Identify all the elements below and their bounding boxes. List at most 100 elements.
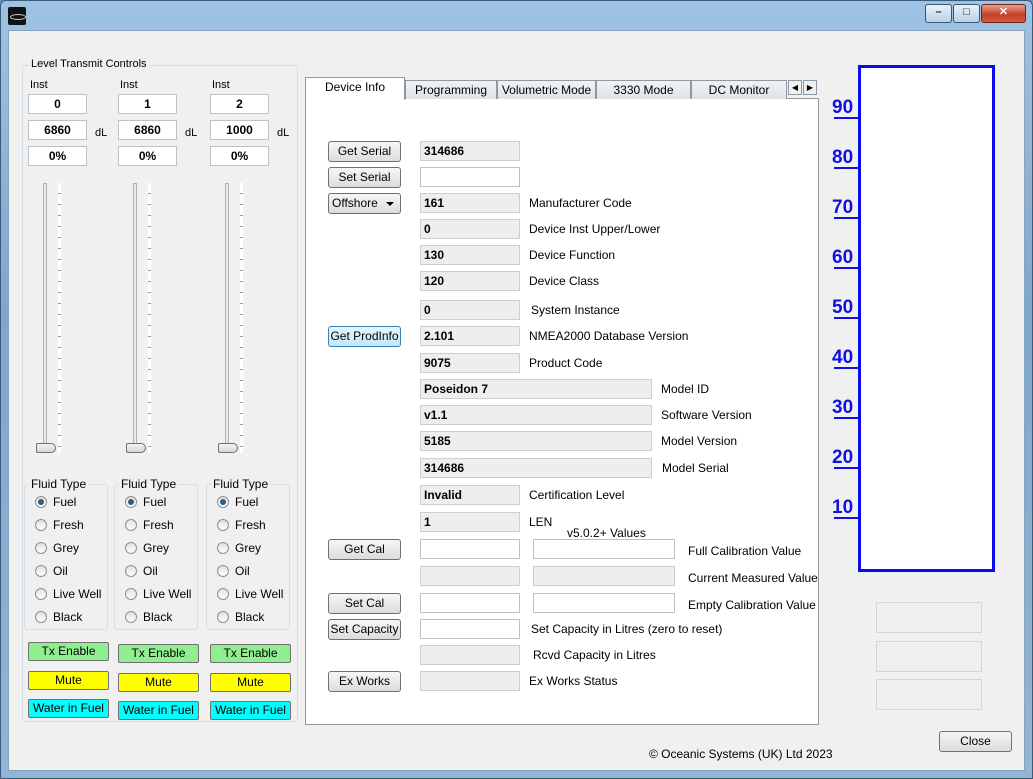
full-cal-input[interactable] xyxy=(420,539,520,559)
maximize-button[interactable]: □ xyxy=(953,4,980,23)
set-cal-button[interactable]: Set Cal xyxy=(328,593,401,614)
title-bar[interactable]: – □ ✕ xyxy=(1,1,1033,31)
close-button[interactable]: Close xyxy=(939,731,1012,752)
fluid-radio-fresh[interactable]: Fresh xyxy=(217,517,287,533)
fluid-radio-fuel[interactable]: Fuel xyxy=(217,494,287,510)
level-slider-track-2[interactable] xyxy=(225,183,229,453)
set-capacity-input[interactable] xyxy=(420,619,520,639)
status-panel-1 xyxy=(876,602,982,633)
tx-enable-button-0[interactable]: Tx Enable xyxy=(28,642,109,661)
level-slider-thumb-2[interactable] xyxy=(218,443,238,453)
tx-enable-button-1[interactable]: Tx Enable xyxy=(118,644,199,663)
inst-input-1[interactable]: 1 xyxy=(118,94,177,114)
tab-device-info[interactable]: Device Info xyxy=(305,77,405,100)
radio-button-icon[interactable] xyxy=(125,519,137,531)
radio-label: Black xyxy=(235,610,265,624)
level-slider-thumb-0[interactable] xyxy=(36,443,56,453)
fluid-radio-black[interactable]: Black xyxy=(217,609,287,625)
field-value: 0 xyxy=(420,219,520,239)
level-value-input-0[interactable]: 6860 xyxy=(28,120,87,140)
inst-input-2[interactable]: 2 xyxy=(210,94,269,114)
fluid-radio-fuel[interactable]: Fuel xyxy=(35,494,105,510)
radio-button-icon[interactable] xyxy=(217,588,229,600)
tab-volumetric-mode[interactable]: Volumetric Mode xyxy=(497,80,596,99)
radio-button-icon[interactable] xyxy=(35,496,47,508)
empty-cal-v5-input[interactable] xyxy=(533,593,675,613)
fluid-radio-live-well[interactable]: Live Well xyxy=(217,586,287,602)
cert-level-label: Certification Level xyxy=(529,488,625,502)
rcvd-capacity-value xyxy=(420,645,520,665)
level-value-input-2[interactable]: 1000 xyxy=(210,120,269,140)
tab-dc-monitor[interactable]: DC Monitor xyxy=(691,80,787,99)
radio-button-icon[interactable] xyxy=(217,542,229,554)
fluid-radio-oil[interactable]: Oil xyxy=(125,563,195,579)
ex-works-status-value xyxy=(420,671,520,691)
gauge-scale-label: 70 xyxy=(832,197,854,218)
minimize-button[interactable]: – xyxy=(925,4,952,23)
fluid-radio-fuel[interactable]: Fuel xyxy=(125,494,195,510)
fluid-radio-grey[interactable]: Grey xyxy=(217,540,287,556)
level-slider-thumb-1[interactable] xyxy=(126,443,146,453)
radio-button-icon[interactable] xyxy=(35,542,47,554)
level-slider-track-1[interactable] xyxy=(133,183,137,453)
radio-label: Fresh xyxy=(53,518,84,532)
radio-button-icon[interactable] xyxy=(125,588,137,600)
radio-label: Live Well xyxy=(53,587,102,601)
fluid-radio-live-well[interactable]: Live Well xyxy=(35,586,105,602)
radio-button-icon[interactable] xyxy=(35,519,47,531)
radio-button-icon[interactable] xyxy=(217,496,229,508)
radio-button-icon[interactable] xyxy=(125,565,137,577)
radio-button-icon[interactable] xyxy=(125,542,137,554)
mute-button-2[interactable]: Mute xyxy=(210,673,291,692)
mute-button-1[interactable]: Mute xyxy=(118,673,199,692)
set-serial-input[interactable] xyxy=(420,167,520,187)
close-window-button[interactable]: ✕ xyxy=(981,4,1026,23)
radio-label: Fuel xyxy=(235,495,259,509)
fluid-radio-grey[interactable]: Grey xyxy=(125,540,195,556)
tab-scroll-right-button[interactable]: ▶ xyxy=(803,80,817,95)
radio-button-icon[interactable] xyxy=(217,611,229,623)
mute-button-0[interactable]: Mute xyxy=(28,671,109,690)
fluid-radio-grey[interactable]: Grey xyxy=(35,540,105,556)
wide-field-label: Model Version xyxy=(661,434,738,448)
fluid-radio-fresh[interactable]: Fresh xyxy=(35,517,105,533)
fluid-radio-fresh[interactable]: Fresh xyxy=(125,517,195,533)
radio-button-icon[interactable] xyxy=(35,565,47,577)
radio-button-icon[interactable] xyxy=(35,588,47,600)
set-serial-button[interactable]: Set Serial xyxy=(328,167,401,188)
fluid-radio-oil[interactable]: Oil xyxy=(217,563,287,579)
radio-button-icon[interactable] xyxy=(217,519,229,531)
get-prodinfo-button[interactable]: Get ProdInfo xyxy=(328,326,401,347)
fluid-type-title: Fluid Type xyxy=(29,477,89,491)
get-serial-button[interactable]: Get Serial xyxy=(328,141,401,162)
ex-works-button[interactable]: Ex Works xyxy=(328,671,401,692)
fluid-radio-oil[interactable]: Oil xyxy=(35,563,105,579)
get-cal-button[interactable]: Get Cal xyxy=(328,539,401,560)
tx-enable-button-2[interactable]: Tx Enable xyxy=(210,644,291,663)
fluid-radio-live-well[interactable]: Live Well xyxy=(125,586,195,602)
fluid-radio-black[interactable]: Black xyxy=(35,609,105,625)
radio-button-icon[interactable] xyxy=(125,496,137,508)
level-value-input-1[interactable]: 6860 xyxy=(118,120,177,140)
radio-button-icon[interactable] xyxy=(217,565,229,577)
water-in-fuel-button-2[interactable]: Water in Fuel xyxy=(210,701,291,720)
percent-display-0: 0% xyxy=(28,146,87,166)
water-in-fuel-button-1[interactable]: Water in Fuel xyxy=(118,701,199,720)
inst-input-0[interactable]: 0 xyxy=(28,94,87,114)
ex-works-status-label: Ex Works Status xyxy=(529,674,618,688)
tab-scroll-left-button[interactable]: ◀ xyxy=(788,80,802,95)
offshore-dropdown[interactable]: Offshore xyxy=(328,193,401,214)
tab-3330-mode[interactable]: 3330 Mode xyxy=(596,80,691,99)
slider-ticks xyxy=(148,183,151,453)
level-slider-track-0[interactable] xyxy=(43,183,47,453)
radio-button-icon[interactable] xyxy=(125,611,137,623)
full-cal-v5-input[interactable] xyxy=(533,539,675,559)
field-value: 120 xyxy=(420,271,520,291)
field-label: Device Class xyxy=(529,274,600,288)
water-in-fuel-button-0[interactable]: Water in Fuel xyxy=(28,699,109,718)
fluid-radio-black[interactable]: Black xyxy=(125,609,195,625)
tab-programming[interactable]: Programming xyxy=(405,80,497,99)
radio-button-icon[interactable] xyxy=(35,611,47,623)
set-capacity-button[interactable]: Set Capacity xyxy=(328,619,401,640)
empty-cal-input[interactable] xyxy=(420,593,520,613)
